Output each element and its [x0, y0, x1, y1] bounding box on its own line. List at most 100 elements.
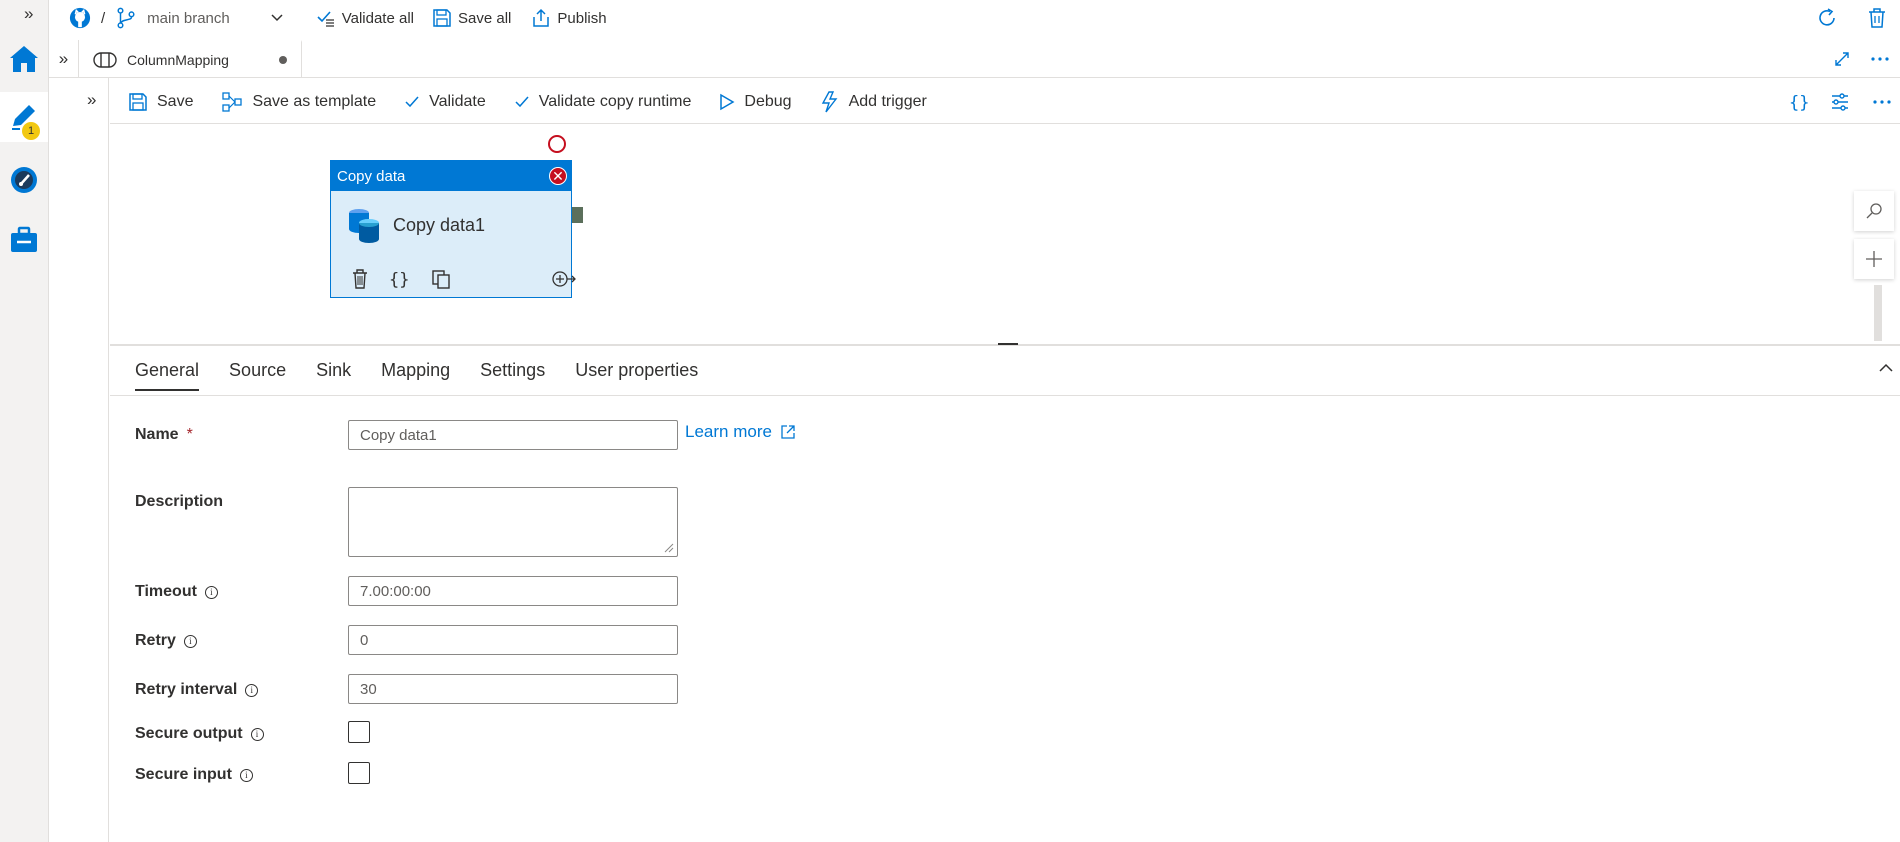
- add-output-icon[interactable]: [551, 270, 577, 288]
- monitor-button[interactable]: [0, 155, 48, 205]
- code-icon[interactable]: {}: [389, 269, 411, 289]
- info-icon[interactable]: i: [183, 634, 197, 648]
- validate-all-button[interactable]: Validate all: [316, 0, 414, 36]
- secure-input-label-text: Secure input: [135, 766, 232, 783]
- zoom-in-button[interactable]: [1854, 239, 1894, 279]
- save-button[interactable]: Save: [128, 92, 193, 112]
- top-bar: / main branch Validate all Save all Publ…: [49, 0, 1900, 36]
- pipeline-icon: [93, 51, 117, 68]
- learn-more-link[interactable]: Learn more: [685, 422, 796, 442]
- secure-input-checkbox[interactable]: [348, 762, 370, 784]
- svg-text:{}: {}: [1789, 93, 1808, 112]
- activity-body: Copy data1: [331, 191, 571, 243]
- play-icon: [720, 93, 735, 110]
- svg-text:{}: {}: [389, 270, 409, 289]
- resize-grip-icon[interactable]: [664, 543, 674, 553]
- debug-label: Debug: [744, 92, 792, 110]
- tab-user-properties[interactable]: User properties: [575, 360, 698, 391]
- publish-icon: [533, 8, 550, 27]
- zoom-slider[interactable]: [1874, 285, 1882, 341]
- save-as-template-label: Save as template: [252, 92, 377, 110]
- learn-more-label: Learn more: [685, 422, 772, 441]
- tab-sink[interactable]: Sink: [316, 360, 351, 391]
- plus-icon: [1866, 251, 1882, 267]
- validate-copy-runtime-button[interactable]: Validate copy runtime: [514, 93, 691, 111]
- tab-title: ColumnMapping: [127, 51, 229, 68]
- splitter-handle[interactable]: [998, 343, 1018, 345]
- rail-expand-icon[interactable]: »: [24, 4, 33, 24]
- home-icon: [10, 46, 38, 72]
- publish-label: Publish: [557, 9, 607, 27]
- save-as-template-button[interactable]: Save as template: [221, 91, 376, 113]
- home-button[interactable]: [0, 34, 48, 84]
- activity-type: Copy data: [337, 167, 406, 185]
- debug-button[interactable]: Debug: [719, 92, 792, 111]
- chevron-up-icon: [1879, 363, 1893, 372]
- author-badge: 1: [22, 122, 40, 140]
- trigger-icon: [821, 90, 837, 112]
- explorer-expand-icon[interactable]: »: [49, 40, 79, 77]
- secure-output-checkbox[interactable]: [348, 721, 370, 743]
- info-icon[interactable]: i: [245, 683, 259, 697]
- delete-activity-icon[interactable]: ✕: [549, 167, 567, 185]
- activities-expand-icon[interactable]: »: [87, 90, 96, 110]
- zoom-search-button[interactable]: [1854, 191, 1894, 231]
- github-button[interactable]: [69, 0, 91, 36]
- external-link-icon: [781, 425, 795, 439]
- tab-source[interactable]: Source: [229, 360, 286, 391]
- retry-input[interactable]: 0: [348, 625, 678, 655]
- retry-interval-label: Retry interval i: [135, 681, 259, 699]
- toolbox-icon: [11, 226, 37, 252]
- failure-port[interactable]: [548, 135, 566, 153]
- pipeline-command-bar: Save Save as template Validate Validate …: [110, 80, 1900, 124]
- pipeline-canvas[interactable]: Copy data ✕ Copy data1 {}: [110, 125, 1900, 345]
- collapse-panel-button[interactable]: [1878, 362, 1894, 374]
- tab-general[interactable]: General: [135, 360, 200, 391]
- description-label-text: Description: [135, 493, 224, 510]
- timeout-input[interactable]: 7.00:00:00: [348, 576, 678, 606]
- required-asterisk: *: [186, 426, 193, 443]
- save-all-button[interactable]: Save all: [432, 0, 511, 36]
- maximize-icon[interactable]: [1834, 51, 1850, 67]
- delete-icon[interactable]: [351, 269, 369, 289]
- retry-interval-input[interactable]: 30: [348, 674, 678, 704]
- branch-selector[interactable]: main branch: [115, 0, 284, 36]
- branch-name: main branch: [147, 9, 230, 27]
- save-icon: [129, 92, 147, 111]
- tabstrip-right-actions: [1834, 40, 1900, 78]
- tab-mapping[interactable]: Mapping: [381, 360, 450, 391]
- add-trigger-label: Add trigger: [848, 92, 927, 110]
- name-input[interactable]: Copy data1: [348, 420, 678, 450]
- more-options-icon[interactable]: [1872, 99, 1892, 105]
- github-icon: [69, 7, 91, 29]
- properties-sliders-icon[interactable]: [1830, 92, 1850, 112]
- gauge-icon: [11, 167, 37, 193]
- info-icon[interactable]: i: [239, 768, 253, 782]
- discard-all-icon[interactable]: [1866, 7, 1888, 29]
- clone-icon[interactable]: [431, 269, 451, 289]
- topbar-right-actions: [1816, 0, 1900, 36]
- retry-label: Retry i: [135, 632, 197, 650]
- add-trigger-button[interactable]: Add trigger: [820, 90, 927, 113]
- info-icon[interactable]: i: [250, 727, 264, 741]
- tab-settings[interactable]: Settings: [480, 360, 545, 391]
- validate-button[interactable]: Validate: [404, 93, 486, 111]
- publish-button[interactable]: Publish: [531, 0, 607, 36]
- more-options-icon[interactable]: [1870, 56, 1890, 62]
- copy-data-activity[interactable]: Copy data ✕ Copy data1 {}: [330, 160, 576, 298]
- secure-input-label: Secure input i: [135, 766, 253, 784]
- code-braces-icon[interactable]: {}: [1788, 92, 1808, 112]
- tab-columnmapping[interactable]: ColumnMapping: [79, 40, 302, 77]
- timeout-label: Timeout i: [135, 583, 218, 601]
- manage-button[interactable]: [0, 215, 48, 265]
- retry-label-text: Retry: [135, 632, 176, 649]
- retry-interval-label-text: Retry interval: [135, 681, 238, 698]
- success-port[interactable]: [572, 207, 583, 223]
- info-icon[interactable]: i: [204, 585, 218, 599]
- description-textarea[interactable]: [348, 487, 678, 557]
- command-bar-right: {}: [1788, 80, 1892, 124]
- author-button[interactable]: 1: [0, 92, 48, 142]
- name-label: Name *: [135, 426, 193, 444]
- name-label-text: Name: [135, 426, 179, 443]
- refresh-icon[interactable]: [1816, 7, 1838, 29]
